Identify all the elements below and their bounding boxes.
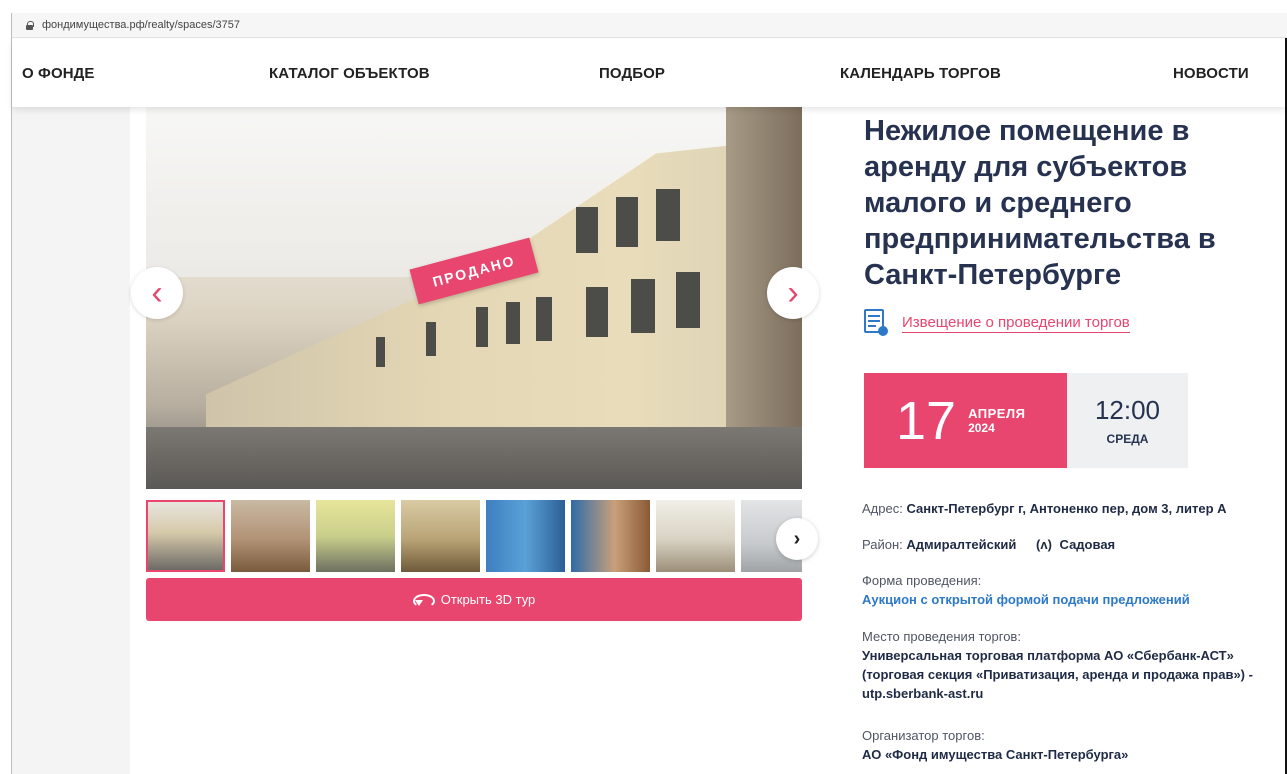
auction-form: Форма проведения: Аукцион с открытой фор… bbox=[862, 571, 1282, 609]
organizer-label: Организатор торгов: bbox=[862, 728, 985, 743]
photo-window bbox=[631, 279, 655, 333]
gallery-next-button[interactable]: › bbox=[767, 267, 819, 319]
district-label: Район: bbox=[862, 537, 903, 552]
open-3d-tour-button[interactable]: Открыть 3D тур bbox=[146, 578, 802, 621]
nav-item-news[interactable]: НОВОСТИ bbox=[1173, 65, 1249, 82]
photo-window bbox=[616, 197, 638, 247]
thumbnails-next-button[interactable]: › bbox=[776, 518, 818, 560]
auction-date: 17 АПРЕЛЯ 2024 bbox=[864, 373, 1067, 468]
date-year: 2024 bbox=[968, 421, 995, 435]
place-value: Универсальная торговая платформа АО «Сбе… bbox=[862, 648, 1253, 701]
address-bar[interactable]: фондимущества.рф/realty/spaces/3757 bbox=[12, 13, 1287, 38]
photo-window bbox=[506, 302, 520, 344]
thumbnail[interactable] bbox=[656, 500, 735, 572]
lock-icon bbox=[26, 20, 34, 30]
thumbnail[interactable] bbox=[486, 500, 565, 572]
photo-window bbox=[656, 189, 680, 241]
photo-window bbox=[476, 307, 488, 347]
notice-row: Извещение о проведении торгов bbox=[864, 309, 1130, 337]
thumbnail-strip bbox=[146, 500, 802, 572]
photo-street bbox=[146, 427, 802, 489]
gallery-prev-button[interactable]: ‹ bbox=[131, 267, 183, 319]
photo-window bbox=[426, 322, 436, 356]
place-label: Место проведения торгов: bbox=[862, 629, 1021, 644]
tour-button-label: Открыть 3D тур bbox=[440, 592, 536, 607]
time-value: 12:00 bbox=[1094, 395, 1161, 425]
photo-window bbox=[536, 297, 552, 341]
nav-item-about[interactable]: О ФОНДЕ bbox=[22, 65, 95, 82]
photo-window bbox=[586, 287, 608, 337]
metro-icon: (ʌ) bbox=[1036, 537, 1052, 552]
document-icon bbox=[864, 309, 888, 337]
auction-notice-link[interactable]: Извещение о проведении торгов bbox=[902, 314, 1130, 333]
photo-window bbox=[676, 272, 700, 328]
chevron-left-icon: ‹ bbox=[151, 273, 163, 312]
photo-window bbox=[376, 337, 385, 367]
side-strip bbox=[12, 107, 130, 774]
top-nav: О ФОНДЕ КАТАЛОГ ОБЪЕКТОВ ПОДБОР КАЛЕНДАР… bbox=[12, 39, 1285, 107]
thumbnail[interactable] bbox=[231, 500, 310, 572]
date-month-year: АПРЕЛЯ 2024 bbox=[968, 406, 1025, 435]
address-value: Санкт-Петербург г, Антоненко пер, дом 3,… bbox=[906, 501, 1227, 516]
date-month: АПРЕЛЯ bbox=[968, 406, 1026, 421]
date-day: 17 bbox=[896, 390, 957, 451]
organizer-value: АО «Фонд имущества Санкт-Петербурга» bbox=[862, 747, 1129, 762]
auction-organizer: Организатор торгов: АО «Фонд имущества С… bbox=[862, 726, 1282, 764]
thumbnail[interactable] bbox=[316, 500, 395, 572]
form-value-link[interactable]: Аукцион с открытой формой подачи предлож… bbox=[862, 590, 1282, 609]
address-label: Адрес: bbox=[862, 501, 903, 516]
nav-item-catalog[interactable]: КАТАЛОГ ОБЪЕКТОВ bbox=[269, 65, 430, 82]
tour-360-icon bbox=[412, 593, 435, 608]
address-row: Адрес: Санкт-Петербург г, Антоненко пер,… bbox=[862, 501, 1227, 516]
metro-station: Садовая bbox=[1059, 537, 1116, 552]
photo-window bbox=[576, 207, 598, 253]
nav-item-calendar[interactable]: КАЛЕНДАРЬ ТОРГОВ bbox=[840, 65, 1001, 82]
weekday: СРЕДА bbox=[1106, 432, 1149, 446]
district-value: Адмиралтейский bbox=[906, 537, 1017, 552]
url-text[interactable]: фондимущества.рф/realty/spaces/3757 bbox=[42, 19, 240, 31]
main-photo: ПРОДАНО bbox=[146, 107, 802, 489]
thumbnail[interactable] bbox=[571, 500, 650, 572]
thumbnail[interactable] bbox=[401, 500, 480, 572]
thumbnail[interactable] bbox=[146, 500, 225, 572]
auction-time: 12:00 СРЕДА bbox=[1067, 373, 1188, 468]
district-row: Район: Адмиралтейский (ʌ) Садовая bbox=[862, 537, 1115, 552]
auction-place: Место проведения торгов: Универсальная т… bbox=[862, 627, 1282, 703]
form-label: Форма проведения: bbox=[862, 573, 982, 588]
chevron-right-icon: › bbox=[787, 273, 799, 312]
page-title: Нежилое помещение в аренду для субъектов… bbox=[864, 115, 1216, 291]
chevron-right-icon: › bbox=[793, 527, 801, 550]
nav-item-selection[interactable]: ПОДБОР bbox=[599, 65, 665, 82]
